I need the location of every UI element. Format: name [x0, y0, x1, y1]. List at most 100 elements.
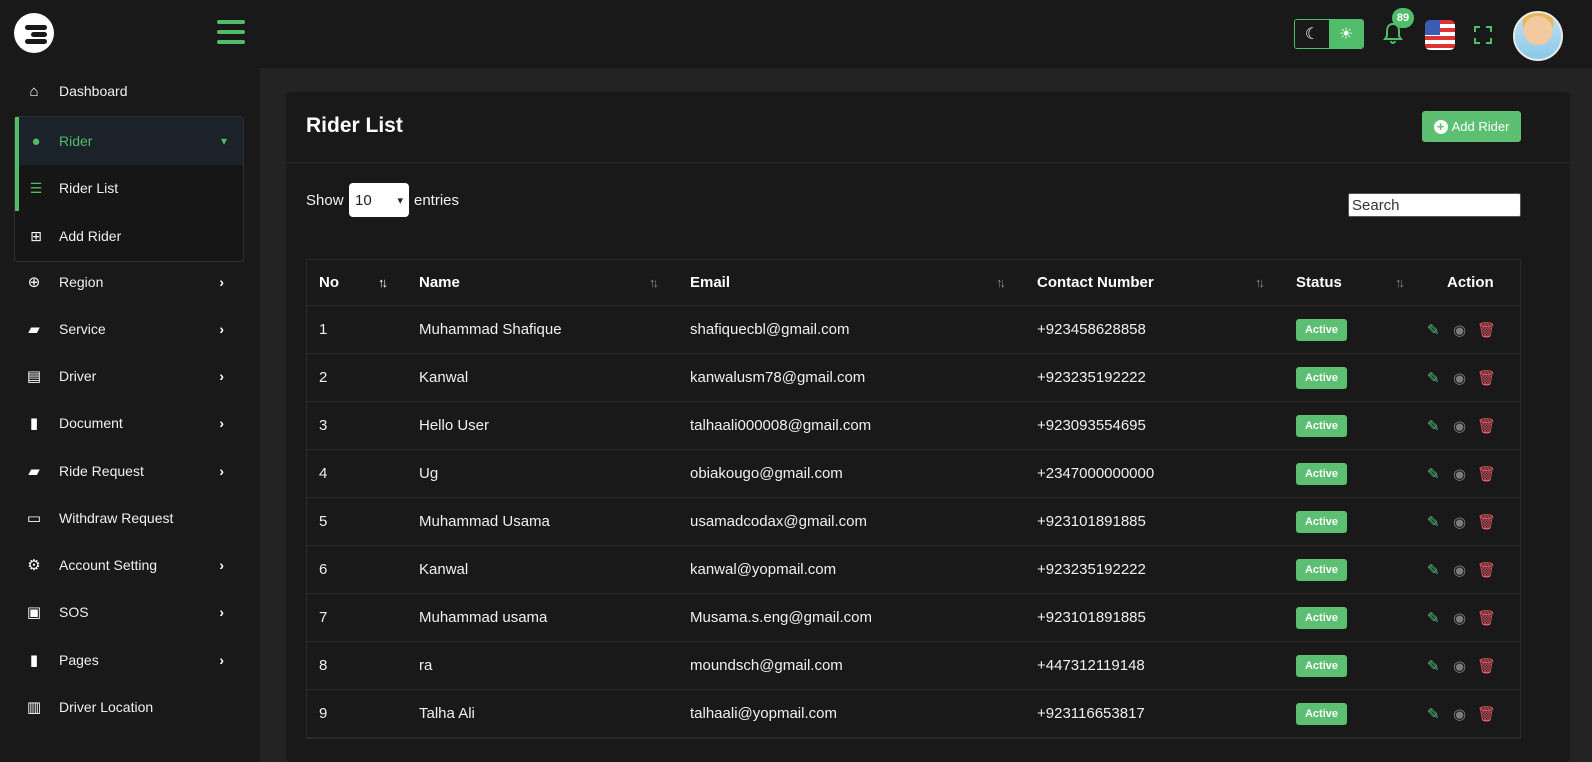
top-bar: ☾ ☀ 89 [0, 0, 1592, 68]
cell-email: Musama.s.eng@gmail.com [690, 609, 872, 626]
sort-icon[interactable]: ↑↓ [649, 275, 659, 290]
eye-icon[interactable]: ◉ [1453, 369, 1466, 387]
trash-icon[interactable]: 🗑 [1477, 657, 1496, 675]
sidebar-item-label: Document [59, 415, 123, 431]
sidebar-item-label: Service [59, 321, 106, 337]
eye-icon[interactable]: ◉ [1453, 609, 1466, 627]
cell-contact: +2347000000000 [1037, 465, 1155, 482]
chevron-down-icon: ▾ [220, 134, 227, 148]
us-flag-icon[interactable] [1425, 20, 1455, 50]
cell-name: Kanwal [419, 561, 469, 578]
sidebar-item-service[interactable]: ▰ Service › [14, 306, 244, 352]
app-logo[interactable] [14, 13, 54, 53]
cell-name: ra [419, 657, 433, 674]
edit-icon[interactable]: ✎ [1427, 465, 1440, 483]
table-row: 4 Ug obiakougo@gmail.com +2347000000000 … [307, 450, 1520, 498]
cell-contact: +923093554695 [1037, 417, 1146, 434]
cell-email: shafiquecbl@gmail.com [690, 321, 850, 338]
car-icon: ▰ [28, 321, 40, 338]
trash-icon[interactable]: 🗑 [1477, 609, 1496, 627]
cell-contact: +923235192222 [1037, 561, 1146, 578]
sidebar-item-label: SOS [59, 604, 89, 620]
sidebar-item-rider[interactable]: ● Rider ▾ [15, 117, 243, 165]
sidebar-item-driver-location[interactable]: ▥ Driver Location [14, 684, 244, 730]
rider-menu-group: ● Rider ▾ ☰ Rider List ⊞ Add Rider [14, 116, 244, 262]
sidebar-item-ride-request[interactable]: ▰ Ride Request › [14, 448, 244, 494]
sidebar-subitem-add-rider[interactable]: ⊞ Add Rider [15, 213, 243, 259]
chevron-right-icon: › [219, 463, 224, 479]
moon-icon[interactable]: ☾ [1295, 20, 1329, 48]
edit-icon[interactable]: ✎ [1427, 705, 1440, 723]
status-badge: Active [1296, 702, 1347, 725]
eye-icon[interactable]: ◉ [1453, 705, 1466, 723]
list-icon: ☰ [29, 179, 43, 196]
cell-contact: +923101891885 [1037, 513, 1146, 530]
trash-icon[interactable]: 🗑 [1477, 705, 1496, 723]
eye-icon[interactable]: ◉ [1453, 321, 1466, 339]
column-header-name[interactable]: Name [419, 274, 460, 291]
chevron-right-icon: › [219, 274, 224, 290]
sidebar-item-document[interactable]: ▮ Document › [14, 400, 244, 446]
eye-icon[interactable]: ◉ [1453, 657, 1466, 675]
search-input[interactable] [1348, 193, 1521, 217]
cell-no: 9 [319, 705, 328, 722]
trash-icon[interactable]: 🗑 [1477, 561, 1496, 579]
eye-icon[interactable]: ◉ [1453, 561, 1466, 579]
chevron-right-icon: › [219, 415, 224, 431]
trash-icon[interactable]: 🗑 [1477, 465, 1496, 483]
sort-asc-icon[interactable]: ↑↓ [378, 275, 388, 290]
column-header-no[interactable]: No [319, 274, 339, 291]
theme-toggle[interactable]: ☾ ☀ [1294, 19, 1364, 49]
status-badge: Active [1296, 654, 1347, 677]
edit-icon[interactable]: ✎ [1427, 657, 1440, 675]
add-rider-button[interactable]: + Add Rider [1422, 111, 1521, 142]
sidebar-item-label: Driver Location [59, 699, 154, 715]
edit-icon[interactable]: ✎ [1427, 609, 1440, 627]
column-header-status[interactable]: Status [1296, 274, 1342, 291]
edit-icon[interactable]: ✎ [1427, 417, 1440, 435]
sidebar-subitem-rider-list[interactable]: ☰ Rider List [15, 165, 243, 211]
eye-icon[interactable]: ◉ [1453, 513, 1466, 531]
eye-icon[interactable]: ◉ [1453, 465, 1466, 483]
sidebar-item-label: Rider [59, 133, 93, 149]
rider-list-card: Rider List + Add Rider Show 10 ▾ entries… [286, 92, 1570, 762]
sidebar-item-pages[interactable]: ▮ Pages › [14, 637, 244, 683]
trash-icon[interactable]: 🗑 [1477, 369, 1496, 387]
cell-name: Talha Ali [419, 705, 475, 722]
trash-icon[interactable]: 🗑 [1477, 513, 1496, 531]
menu-toggle-icon[interactable] [217, 20, 245, 46]
edit-icon[interactable]: ✎ [1427, 369, 1440, 387]
cell-contact: +923116653817 [1037, 705, 1145, 722]
notification-badge: 89 [1392, 8, 1414, 28]
cell-no: 1 [319, 321, 328, 338]
eye-icon[interactable]: ◉ [1453, 417, 1466, 435]
car-side-icon: ▰ [28, 463, 40, 480]
sidebar-item-dashboard[interactable]: ⌂ Dashboard [14, 68, 244, 114]
user-avatar[interactable] [1513, 11, 1563, 61]
sidebar-item-sos[interactable]: ▣ SOS › [14, 589, 244, 635]
sidebar-subitem-label: Rider List [59, 180, 119, 196]
cell-email: kanwal@yopmail.com [690, 561, 837, 578]
trash-icon[interactable]: 🗑 [1477, 417, 1496, 435]
sun-icon[interactable]: ☀ [1329, 20, 1363, 48]
entries-select-value: 10 [355, 191, 372, 209]
sort-icon[interactable]: ↑↓ [1395, 275, 1405, 290]
sidebar-item-region[interactable]: ⊕ Region › [14, 259, 244, 305]
cell-no: 7 [319, 609, 328, 626]
trash-icon[interactable]: 🗑 [1477, 321, 1496, 339]
edit-icon[interactable]: ✎ [1427, 561, 1440, 579]
chevron-down-icon: ▾ [397, 194, 403, 207]
column-header-contact[interactable]: Contact Number [1037, 274, 1154, 291]
sidebar-item-driver[interactable]: ▤ Driver › [14, 353, 244, 399]
divider [286, 162, 1570, 163]
edit-icon[interactable]: ✎ [1427, 321, 1440, 339]
sort-icon[interactable]: ↑↓ [996, 275, 1006, 290]
entries-select[interactable]: 10 ▾ [349, 183, 409, 217]
sidebar-item-account-setting[interactable]: ⚙ Account Setting › [14, 542, 244, 588]
chevron-right-icon: › [219, 652, 224, 668]
sort-icon[interactable]: ↑↓ [1255, 275, 1265, 290]
sidebar-item-withdraw-request[interactable]: ▭ Withdraw Request [14, 495, 244, 541]
column-header-email[interactable]: Email [690, 274, 730, 291]
fullscreen-icon[interactable] [1474, 26, 1492, 44]
edit-icon[interactable]: ✎ [1427, 513, 1440, 531]
